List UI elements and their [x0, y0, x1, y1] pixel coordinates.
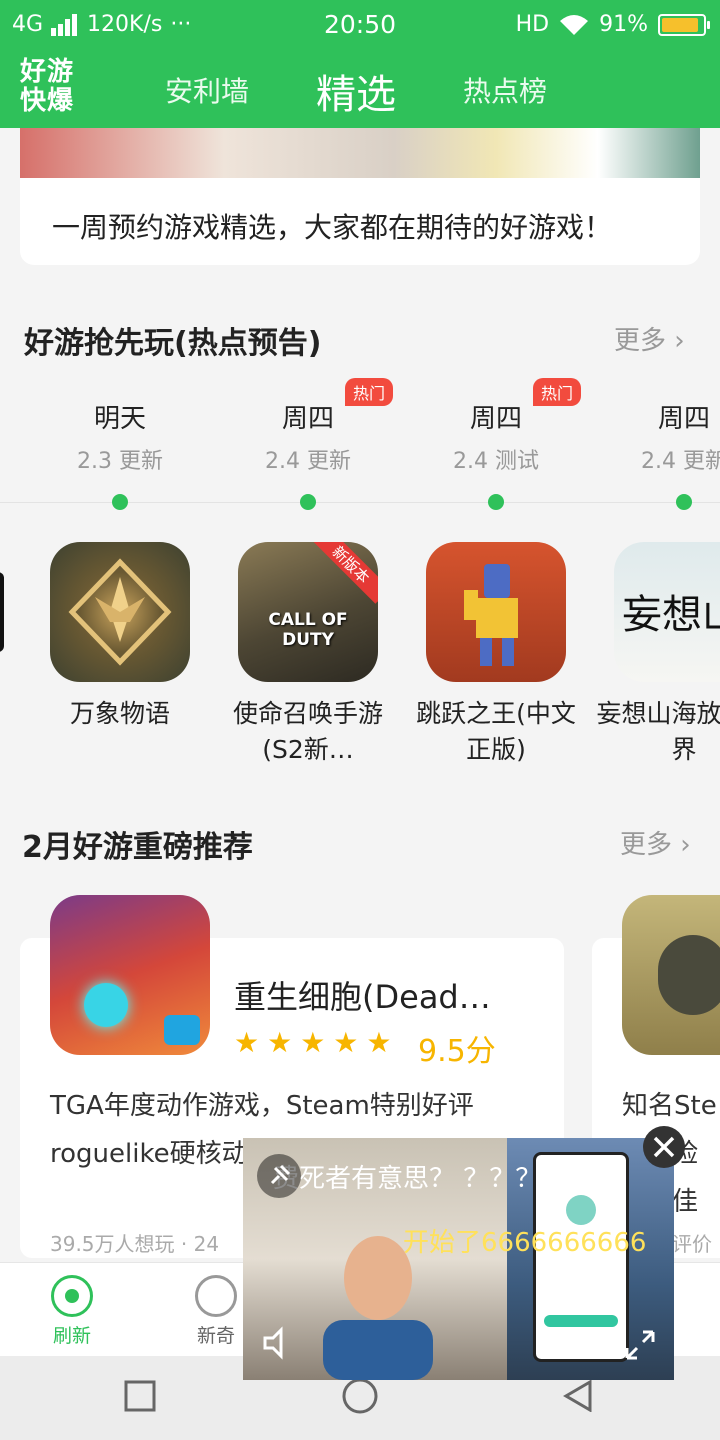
tab-redianbang[interactable]: 热点榜	[463, 70, 547, 110]
banner-card[interactable]: 一周预约游戏精选，大家都在期待的好游戏！	[20, 128, 700, 265]
hd-label: HD	[515, 12, 550, 37]
timeline-item[interactable]: 明天 2.3 更新	[35, 398, 205, 475]
recommend-game-title: 重生细胞(Dead…	[234, 978, 491, 1016]
preview-section-title: 好游抢先玩(热点预告)	[24, 326, 322, 361]
app-icon	[426, 542, 566, 682]
app-card[interactable]: 万象物语	[30, 542, 210, 732]
timeline-day: 明天	[93, 404, 146, 434]
chevron-right-icon: ›	[680, 830, 691, 860]
app-screen: 4G 120K/s ··· 20:50 HD 91% 好游快爆 安利墙 精选 热…	[0, 0, 720, 1440]
app-name: 妄想山海放大世界	[596, 699, 720, 764]
compass-icon	[195, 1275, 237, 1317]
wifi-icon	[560, 14, 589, 35]
emblem-icon	[68, 558, 172, 666]
close-icon	[653, 1136, 675, 1158]
app-name: 万象物语	[69, 699, 170, 728]
more-label: 更多	[620, 830, 673, 860]
tab-anliqiang[interactable]: 安利墙	[165, 70, 249, 110]
battery-icon	[658, 13, 710, 36]
app-icon: 新版本 CALL OF DUTY	[238, 542, 378, 682]
recommend-section-title: 2月好游重磅推荐	[22, 830, 253, 865]
timeline-dot	[112, 494, 128, 510]
rating-stars: ★★★★★	[234, 1026, 400, 1059]
top-bar: 4G 120K/s ··· 20:50 HD 91% 好游快爆 安利墙 精选 热…	[0, 0, 720, 128]
timeline-item[interactable]: 周四 2.4 更新	[599, 398, 720, 475]
app-icon-title: 妄想山	[622, 592, 720, 638]
danmu-comment: 费死者有意思？ ？？？	[273, 1164, 542, 1194]
preview-more-link[interactable]: 更多 ›	[614, 320, 685, 357]
bilibili-icon	[164, 1015, 200, 1045]
app-name: 跳跃之王(中文正版)	[416, 699, 576, 764]
rating-score: 9.5分	[418, 1034, 496, 1069]
back-icon[interactable]	[562, 1380, 594, 1412]
timeline-line	[0, 502, 720, 503]
app-icon	[50, 542, 190, 682]
tab-refresh-label: 刷新	[52, 1325, 91, 1347]
knight-icon	[464, 564, 518, 666]
app-logo[interactable]: 好游快爆	[20, 58, 80, 116]
app-card[interactable]: 妄想山 妄想山海放大世界	[594, 542, 720, 768]
tab-novel-label: 新奇	[196, 1325, 235, 1347]
battery-percent: 91%	[599, 12, 648, 37]
timeline-day: 周四	[657, 404, 710, 434]
banner-image	[20, 128, 700, 178]
floating-video-player[interactable]: 费死者有意思？ ？？？ 开始了6666666666	[243, 1138, 674, 1380]
gasmask-game-icon[interactable]	[622, 895, 720, 1055]
danmu-comment: 开始了6666666666	[403, 1228, 647, 1258]
app-icon: 妄想山	[614, 542, 720, 682]
timeline-sub: 2.3 更新	[77, 449, 163, 474]
next-card-desc-line: 知名Ste	[622, 1091, 717, 1121]
tab-jingxuan[interactable]: 精选	[316, 62, 396, 120]
recommend-more-link[interactable]: 更多 ›	[620, 824, 691, 861]
timeline-dot	[300, 494, 316, 510]
hot-badge: 热门	[533, 378, 581, 406]
timeline-sub: 2.4 更新	[641, 449, 720, 474]
chevron-right-icon: ›	[674, 326, 685, 356]
timeline-item[interactable]: 热门 周四 2.4 更新	[223, 378, 393, 475]
app-name: 使命召唤手游(S2新…	[232, 699, 383, 764]
home-icon[interactable]	[342, 1378, 378, 1414]
app-icon-text: CALL OF DUTY	[268, 610, 348, 650]
app-card[interactable]: 跳跃之王(中文正版)	[406, 542, 586, 768]
refresh-icon	[51, 1275, 93, 1317]
expand-icon[interactable]	[623, 1328, 657, 1362]
hot-badge: 热门	[345, 378, 393, 406]
dead-cells-icon[interactable]	[50, 895, 210, 1055]
next-card-meta: 评价	[672, 1232, 712, 1256]
partial-app-edge	[0, 572, 4, 652]
volume-icon[interactable]	[259, 1324, 297, 1362]
recommend-meta: 39.5万人想玩 · 24	[50, 1232, 220, 1256]
timeline-dot	[488, 494, 504, 510]
app-header: 好游快爆 安利墙 精选 热点榜	[0, 50, 720, 128]
timeline-sub: 2.4 测试	[453, 449, 539, 474]
pin-icon[interactable]	[257, 1154, 301, 1198]
banner-text: 一周预约游戏精选，大家都在期待的好游戏！	[52, 211, 613, 244]
timeline-sub: 2.4 更新	[265, 449, 351, 474]
timeline-dot	[676, 494, 692, 510]
new-version-ribbon: 新版本	[311, 542, 378, 604]
more-label: 更多	[614, 326, 667, 356]
status-bar: 4G 120K/s ··· 20:50 HD 91%	[0, 0, 720, 50]
app-card[interactable]: 新版本 CALL OF DUTY 使命召唤手游(S2新…	[218, 542, 398, 768]
recent-apps-icon[interactable]	[124, 1380, 156, 1412]
tab-refresh[interactable]: 刷新	[32, 1275, 112, 1348]
close-video-button[interactable]	[643, 1126, 685, 1168]
timeline-item[interactable]: 热门 周四 2.4 测试	[411, 378, 581, 475]
